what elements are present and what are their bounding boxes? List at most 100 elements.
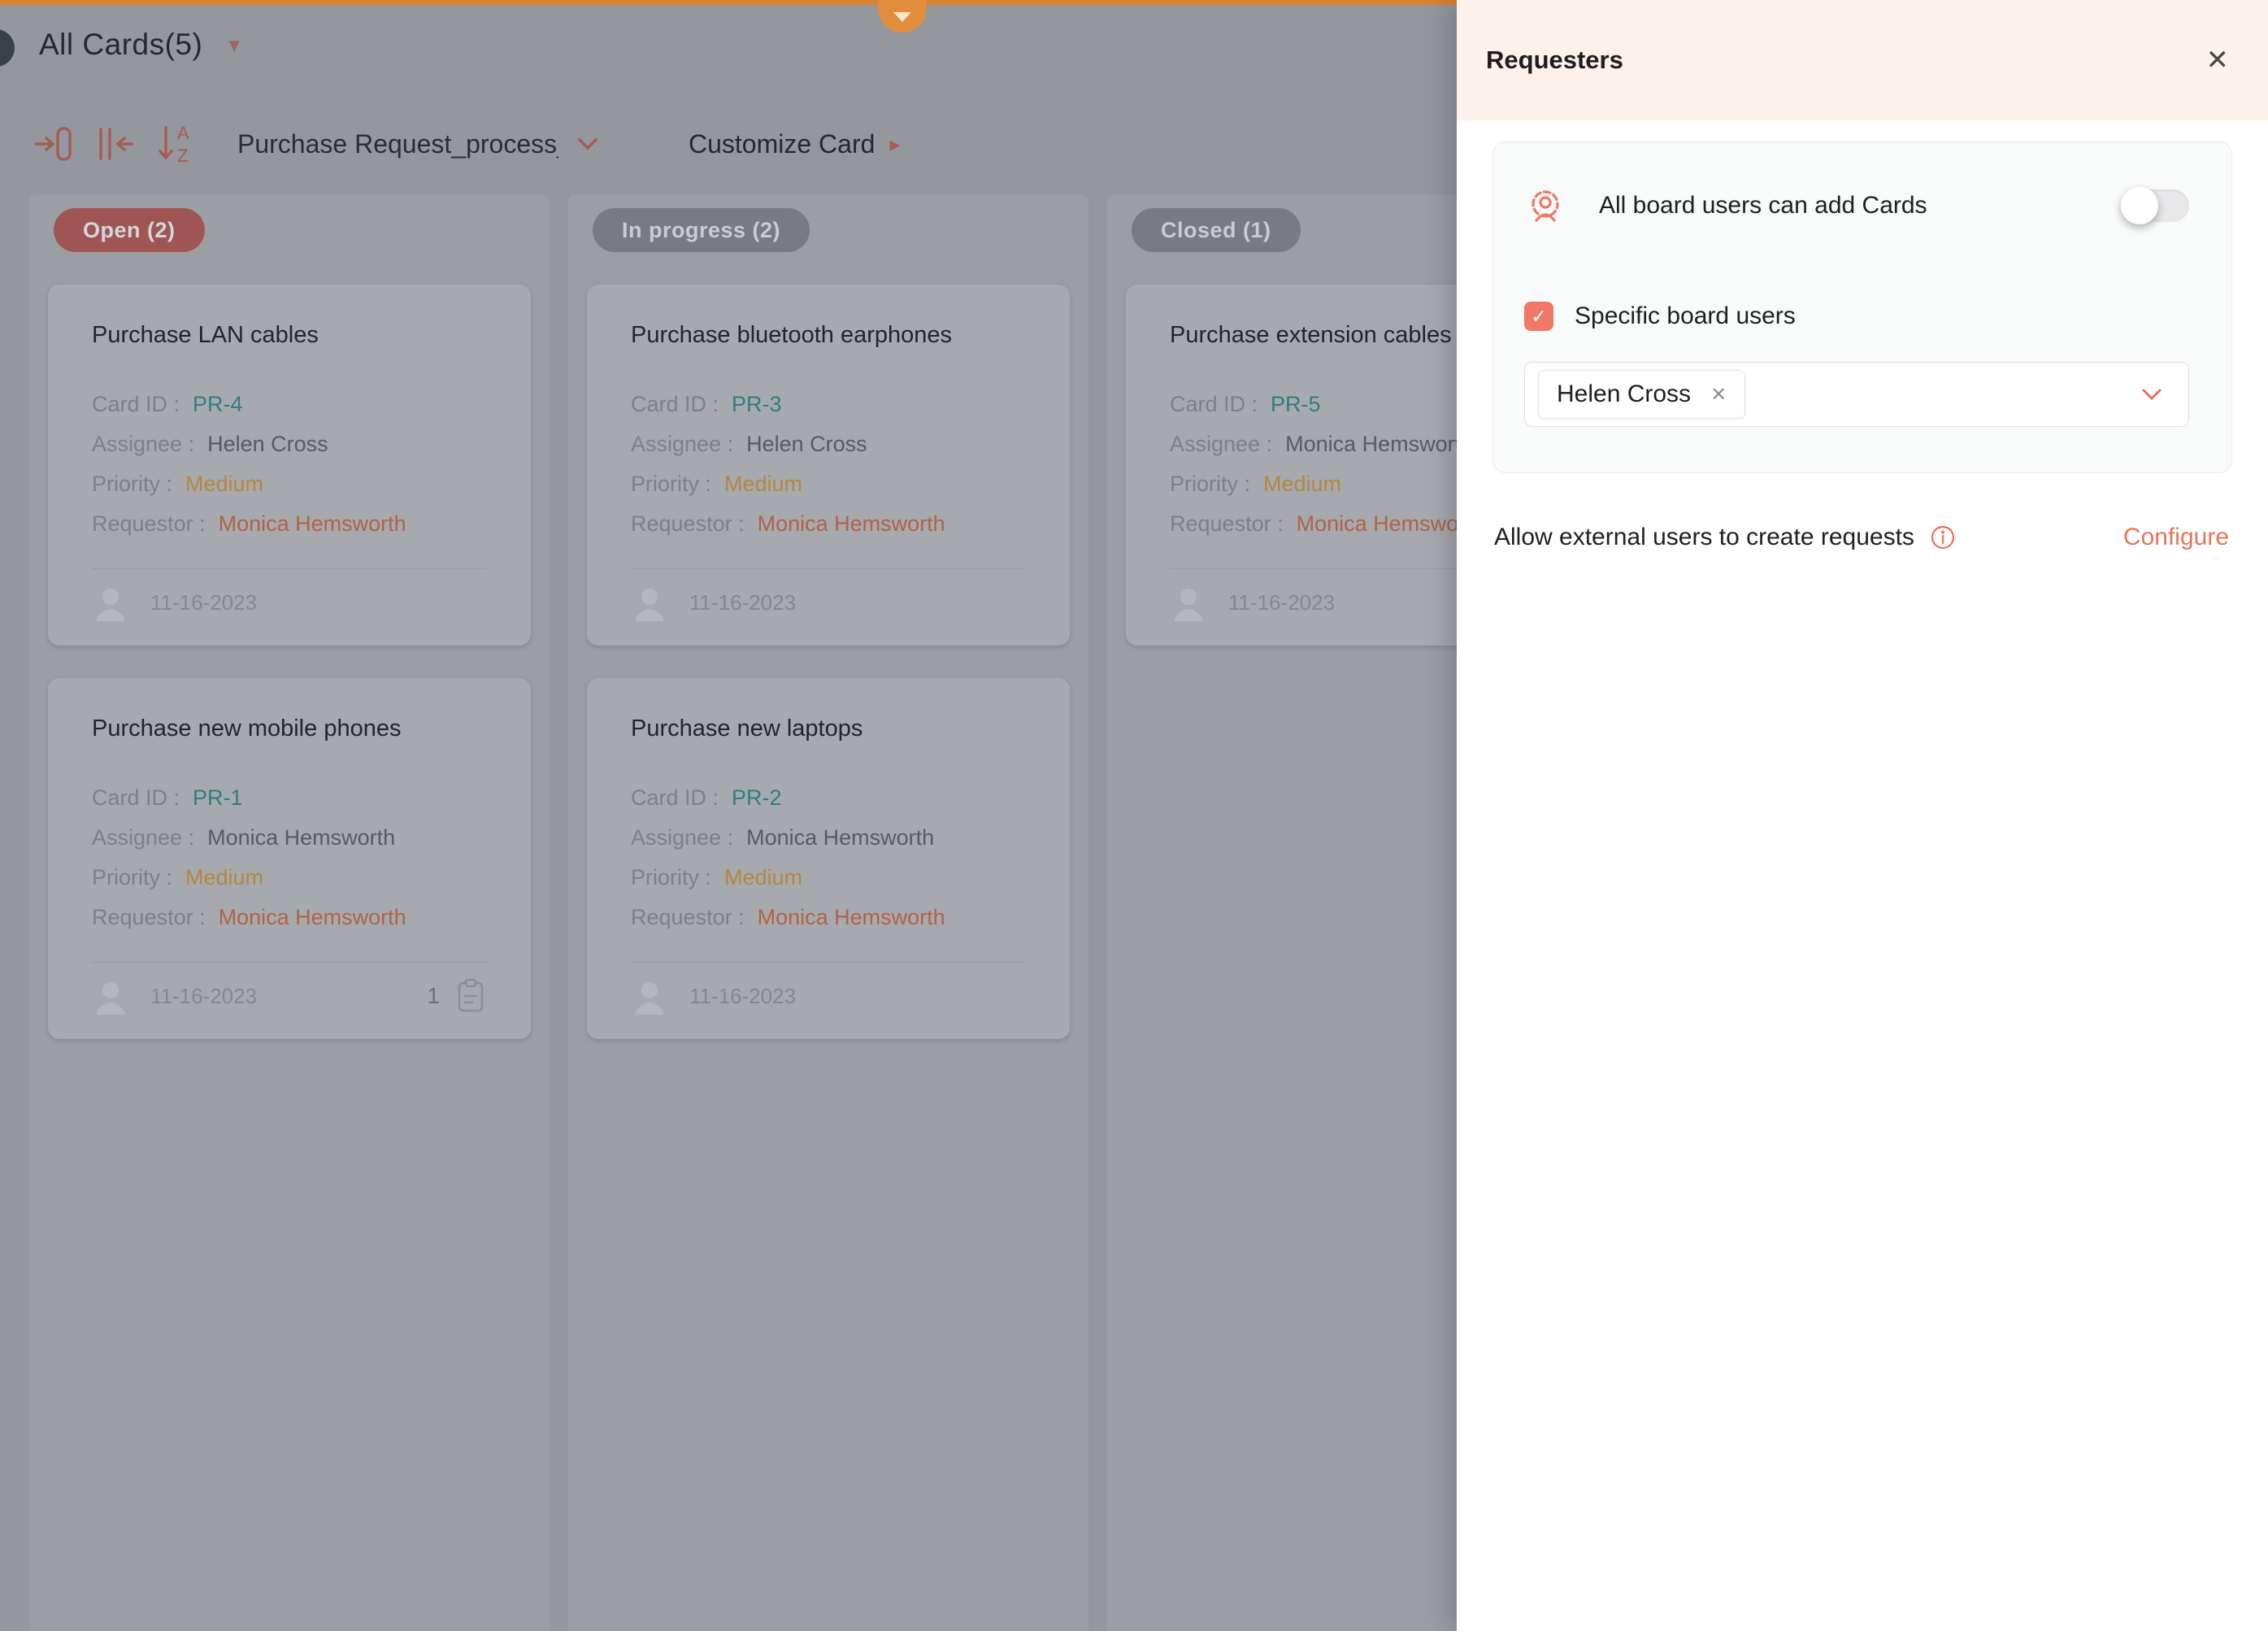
process-selector[interactable]: Purchase Request_process_2	[237, 129, 599, 159]
collapse-columns-icon[interactable]	[93, 119, 138, 169]
user-multiselect[interactable]: Helen Cross ✕	[1524, 362, 2189, 427]
pull-down-handle[interactable]	[878, 0, 927, 33]
card-date: 11-16-2023	[689, 984, 796, 1009]
customize-card-button[interactable]: Customize Card ▸	[689, 129, 900, 159]
toggle-knob	[2121, 187, 2158, 224]
requestor-label: Requestor :	[92, 504, 206, 544]
panel-title: Requesters	[1486, 46, 2206, 75]
assignee-label: Assignee :	[631, 424, 733, 464]
card-id-value[interactable]: PR-1	[193, 778, 243, 818]
priority-value: Medium	[724, 464, 802, 504]
panel-body: All board users can add Cards ✓ Specific…	[1457, 141, 2268, 551]
collapse-right-icon[interactable]	[31, 119, 76, 169]
card-pr-2[interactable]: Purchase new laptops Card ID :PR-2 Assig…	[587, 678, 1070, 1039]
card-footer: 11-16-2023	[92, 584, 487, 621]
process-name: Purchase Request_process_2	[237, 129, 558, 159]
board-header: All Cards(5) ▾	[39, 28, 240, 62]
card-id-value[interactable]: PR-2	[732, 778, 782, 818]
priority-label: Priority :	[631, 464, 711, 504]
nav-bubble-partial[interactable]	[0, 29, 15, 67]
card-pr-1[interactable]: Purchase new mobile phones Card ID :PR-1…	[48, 678, 531, 1039]
card-fields: Card ID :PR-1 Assignee :Monica Hemsworth…	[92, 778, 487, 937]
requestor-value: Monica Hemsworth	[219, 504, 406, 544]
info-icon[interactable]	[1929, 524, 1957, 551]
requester-settings-box: All board users can add Cards ✓ Specific…	[1492, 141, 2232, 473]
lane-in-progress: In progress (2) Purchase bluetooth earph…	[568, 195, 1088, 1631]
priority-label: Priority :	[92, 464, 172, 504]
specific-users-label: Specific board users	[1575, 302, 1796, 330]
card-footer: 11-16-2023	[631, 977, 1026, 1015]
all-users-toggle[interactable]	[2122, 189, 2189, 222]
priority-label: Priority :	[1170, 464, 1250, 504]
lane-open-pill[interactable]: Open (2)	[54, 208, 205, 252]
card-date: 11-16-2023	[150, 590, 257, 615]
panel-header: Requesters ✕	[1457, 0, 2268, 120]
card-divider	[92, 962, 487, 963]
avatar	[631, 584, 668, 621]
sort-letter-a: A	[177, 123, 189, 143]
card-id-label: Card ID :	[631, 778, 719, 818]
user-chip: Helen Cross ✕	[1538, 370, 1745, 419]
card-divider	[92, 568, 487, 569]
card-id-value[interactable]: PR-5	[1271, 385, 1321, 424]
assignee-value: Monica Hemsworth	[1285, 424, 1473, 464]
priority-value: Medium	[185, 858, 263, 898]
card-title: Purchase bluetooth earphones	[631, 322, 1026, 349]
avatar	[92, 584, 129, 621]
card-title: Purchase new laptops	[631, 715, 1026, 742]
close-icon[interactable]: ✕	[2206, 46, 2230, 74]
card-title: Purchase LAN cables	[92, 322, 487, 349]
sort-letter-z: Z	[177, 146, 188, 166]
requestor-label: Requestor :	[92, 898, 206, 937]
board-title[interactable]: All Cards(5)	[39, 28, 202, 62]
remove-user-icon[interactable]: ✕	[1710, 383, 1727, 407]
configure-link[interactable]: Configure	[2123, 524, 2229, 551]
checklist-count: 1	[427, 983, 440, 1009]
assignee-value: Helen Cross	[746, 424, 867, 464]
all-users-label: All board users can add Cards	[1599, 192, 2122, 220]
card-id-label: Card ID :	[1170, 385, 1258, 424]
assignee-label: Assignee :	[92, 424, 194, 464]
priority-label: Priority :	[631, 858, 711, 898]
external-users-row: Allow external users to create requests …	[1492, 524, 2232, 551]
specific-users-row: ✓ Specific board users	[1524, 302, 2189, 331]
app-screen: All Cards(5) ▾ A Z	[0, 0, 2268, 1631]
requestor-value: Monica Hemsworth	[758, 898, 945, 937]
avatar	[1170, 584, 1207, 621]
priority-value: Medium	[185, 464, 263, 504]
card-id-value[interactable]: PR-4	[193, 385, 243, 424]
requestor-value: Monica Hemsworth	[1297, 504, 1484, 544]
card-fields: Card ID : PR-3 Assignee : Helen Cross Prio…	[631, 385, 1026, 544]
card-date: 11-16-2023	[150, 984, 257, 1009]
card-pr-4[interactable]: Purchase LAN cables Card ID :PR-4 Assign…	[48, 285, 531, 646]
assignee-label: Assignee :	[92, 818, 194, 858]
card-divider	[631, 568, 1026, 569]
card-id-label: Card ID :	[631, 385, 719, 424]
customize-card-label: Customize Card	[689, 129, 875, 159]
lane-in-progress-pill[interactable]: In progress (2)	[593, 208, 810, 252]
checklist-icon[interactable]	[454, 978, 487, 1014]
card-date: 11-16-2023	[689, 590, 796, 615]
card-id-value[interactable]: PR-3	[732, 385, 782, 424]
avatar	[631, 977, 668, 1015]
card-date: 11-16-2023	[1228, 590, 1335, 615]
chevron-down-icon[interactable]	[2140, 386, 2164, 402]
board-toolbar: A Z Purchase Request_process_2 Customize…	[31, 119, 900, 169]
requestor-value: Monica Hemsworth	[758, 504, 945, 544]
card-footer: 11-16-2023	[631, 584, 1026, 621]
specific-users-checkbox[interactable]: ✓	[1524, 302, 1553, 331]
lane-closed-pill[interactable]: Closed (1)	[1132, 208, 1301, 252]
card-pr-3[interactable]: Purchase bluetooth earphones Card ID : PR…	[587, 285, 1070, 646]
requestor-label: Requestor :	[631, 898, 745, 937]
sort-az-icon[interactable]: A Z	[154, 119, 200, 169]
caret-down-icon[interactable]: ▾	[228, 33, 240, 58]
kanban-lanes: Open (2) Purchase LAN cables Card ID :PR…	[29, 195, 1627, 1631]
assignee-value: Monica Hemsworth	[207, 818, 395, 858]
all-users-row: All board users can add Cards	[1524, 185, 2189, 227]
assignee-value: Helen Cross	[207, 424, 328, 464]
chevron-down-icon	[576, 137, 599, 151]
lane-open: Open (2) Purchase LAN cables Card ID :PR…	[29, 195, 550, 1631]
priority-label: Priority :	[92, 858, 172, 898]
assignee-label: Assignee :	[1170, 424, 1272, 464]
card-title: Purchase new mobile phones	[92, 715, 487, 742]
